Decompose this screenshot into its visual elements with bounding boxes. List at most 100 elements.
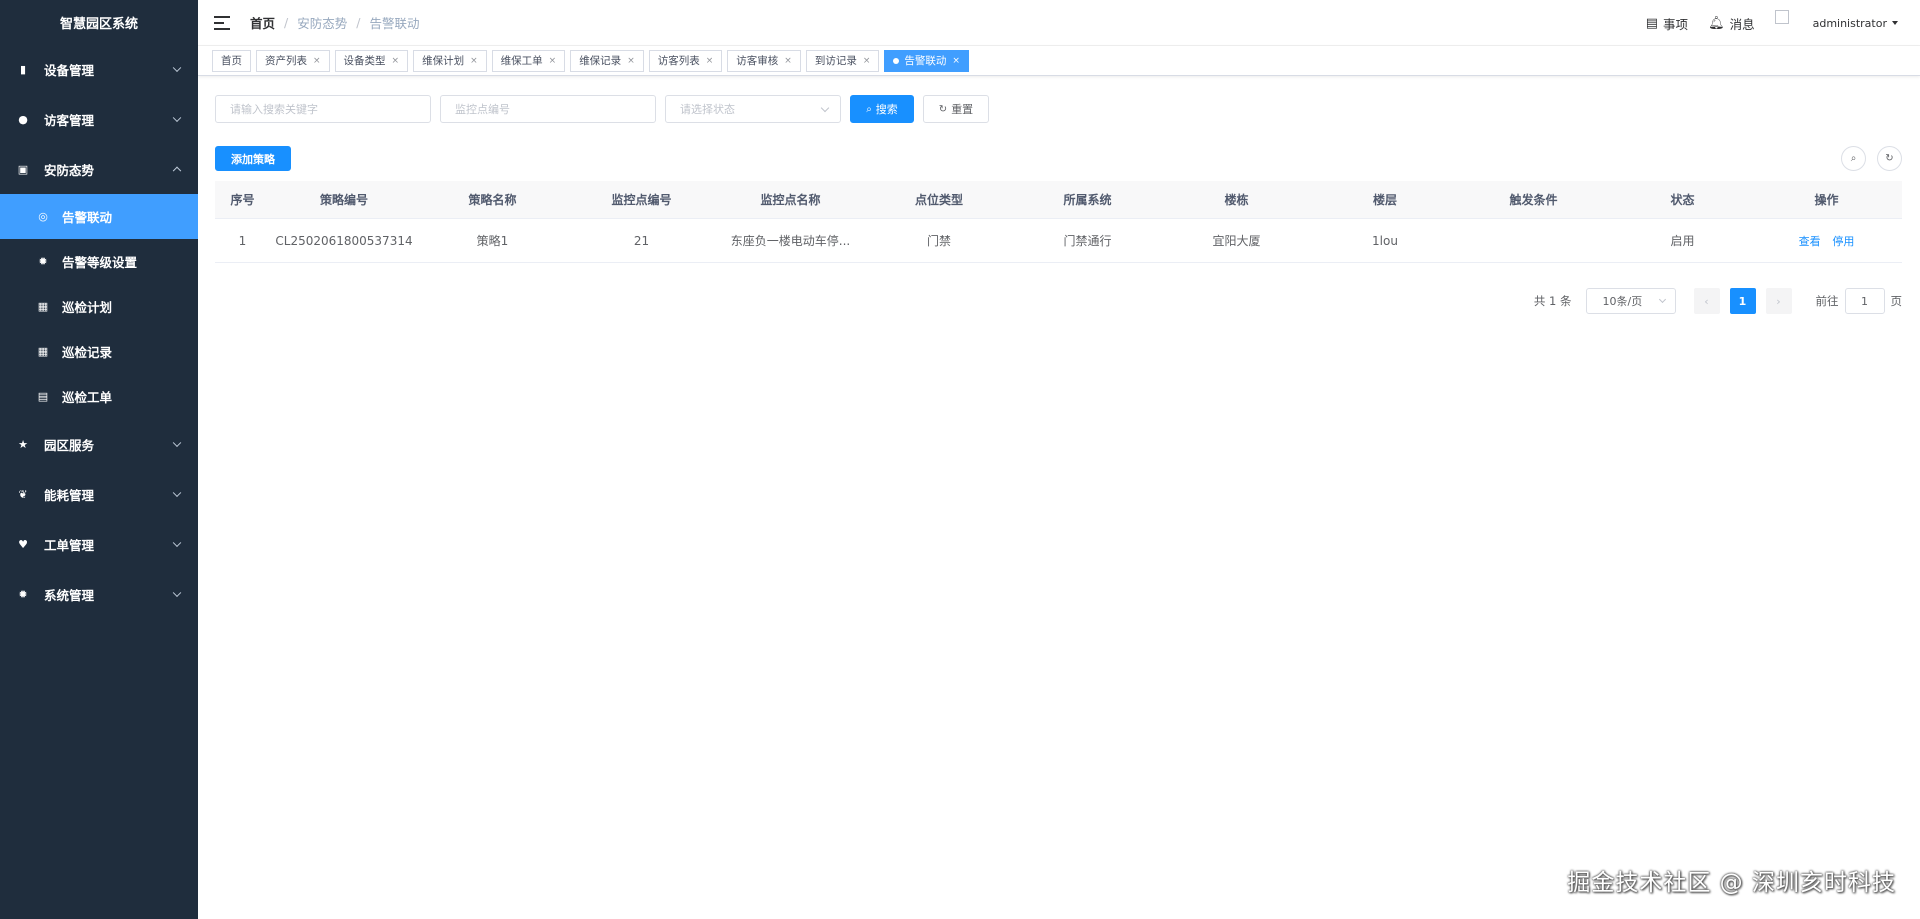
menu-energy[interactable]: ❦ 能耗管理 [0,469,198,519]
tag-device-type[interactable]: 设备类型 × [334,49,409,72]
sidebar-item-patrol-record[interactable]: ▦ 巡检记录 [0,329,198,374]
refresh-icon[interactable]: ↻ [1877,146,1902,171]
add-strategy-button[interactable]: 添加策略 [215,146,291,171]
watermark: 掘金技术社区 @ 深圳亥时科技 [1567,870,1896,896]
sidebar: 智慧园区系统 ▮ 设备管理 ● 访客管理 ▣ 安防态势 ◎ 告警联动 ✹ 告警等… [0,0,198,919]
close-icon[interactable]: × [706,56,714,66]
todo-label: 事项 [1663,16,1689,32]
message-label: 消息 [1729,16,1755,32]
sidebar-item-alarm-level[interactable]: ✹ 告警等级设置 [0,239,198,284]
heart-icon: ♥ [18,537,28,551]
prev-page-button[interactable]: ‹ [1693,288,1720,314]
page-number-button[interactable]: 1 [1729,288,1756,314]
menu-work-order[interactable]: ♥ 工单管理 [0,519,198,569]
breadcrumb-home[interactable]: 首页 [250,13,275,32]
tag-maintenance-record[interactable]: 维保记录 × [570,49,644,72]
cell-point-type: 门禁 [926,234,951,248]
menu-park-service[interactable]: ★ 园区服务 [0,419,198,469]
leaf-icon: ❦ [18,487,28,501]
sidebar-item-label: 告警等级设置 [62,255,138,270]
chevron-down-icon [172,538,182,548]
close-icon[interactable]: × [470,56,478,66]
menu-label: 工单管理 [44,537,95,553]
grid-icon: ▦ [37,300,49,313]
tag-label: 维保计划 [422,55,465,67]
lock-icon: ▣ [17,162,29,176]
refresh-icon: ↻ [938,103,948,115]
message-button[interactable]: 🔔︎ 消息 [1708,14,1755,33]
column-header: 所属系统 [1063,193,1112,207]
pagination: 共 1 条 10条/页 ‹ 1 › 前往 页 [1534,288,1902,314]
tag-maintenance-order[interactable]: 维保工单 × [491,49,566,72]
tag-asset-list[interactable]: 资产列表 × [256,49,330,72]
close-icon[interactable]: × [784,56,792,66]
tag-alarm-linkage[interactable]: 告警联动 × [884,49,969,72]
tag-maintenance-plan[interactable]: 维保计划 × [413,49,487,72]
search-button[interactable]: ⌕ 搜索 [850,95,914,123]
cell-point-name: 东座负一楼电动车停... [730,234,851,248]
tag-home[interactable]: 首页 [212,49,251,72]
keyword-input[interactable]: 请输入搜索关键字 [215,95,431,123]
todo-button[interactable]: ▤ 事项 [1646,14,1688,33]
column-header: 楼栋 [1224,193,1249,207]
sidebar-item-alarm-linkage[interactable]: ◎ 告警联动 [0,194,198,239]
column-header: 点位类型 [914,193,963,207]
view-link[interactable]: 查看 [1799,235,1821,248]
page-size-select[interactable]: 10条/页 [1585,288,1676,314]
cell-index: 1 [238,233,247,248]
chevron-down-icon [1658,295,1666,304]
tag-visitor-list[interactable]: 访客列表 × [648,49,723,72]
tag-visit-record[interactable]: 到访记录 × [805,49,880,72]
point-number-input[interactable]: 监控点编号 [440,95,656,123]
tag-visitor-review[interactable]: 访客审核 × [727,49,801,72]
close-icon[interactable]: × [952,56,960,66]
chevron-down-icon [172,63,182,73]
status-select[interactable]: 请选择状态 [665,95,841,123]
close-icon[interactable]: × [627,56,635,66]
breadcrumb-separator: / [356,15,361,30]
tag-label: 访客列表 [657,55,700,67]
chevron-up-icon [172,166,182,176]
avatar[interactable] [1774,10,1789,24]
username: administrator [1812,16,1887,30]
document-icon: ▤ [1645,15,1659,31]
user-dropdown[interactable]: administrator [1813,17,1898,30]
chevron-down-icon [172,488,182,498]
menu-device-management[interactable]: ▮ 设备管理 [0,44,198,94]
grid-icon: ▦ [37,345,49,358]
alarm-icon: ◎ [38,210,48,223]
menu-security[interactable]: ▣ 安防态势 [0,144,198,194]
column-header: 序号 [230,193,255,207]
table-row[interactable]: 1 CL2502061800537314 策略1 21 东座负一楼电动车停...… [215,219,1902,263]
active-dot [893,57,900,64]
menu-visitor-management[interactable]: ● 访客管理 [0,94,198,144]
tag-label: 首页 [221,55,242,67]
close-icon[interactable]: × [392,56,400,66]
reset-button[interactable]: ↻ 重置 [923,95,989,123]
navbar: 首页 / 安防态势 / 告警联动 ▤ 事项 🔔︎ 消息 administrato… [198,0,1920,46]
tag-label: 到访记录 [814,55,857,67]
menu-label: 安防态势 [44,162,95,178]
search-toggle-icon[interactable]: ⌕ [1841,146,1866,171]
next-page-button[interactable]: › [1765,288,1792,314]
chevron-down-icon [172,438,182,448]
close-icon[interactable]: × [549,56,557,66]
close-icon[interactable]: × [313,56,321,66]
sidebar-item-patrol-plan[interactable]: ▦ 巡检计划 [0,284,198,329]
cell-strategy-name: 策略1 [476,234,509,248]
close-icon[interactable]: × [863,56,871,66]
cell-floor: 1lou [1372,233,1398,248]
tag-label: 维保记录 [579,55,622,67]
disable-link[interactable]: 停用 [1832,235,1854,248]
tag-label: 设备类型 [343,55,386,67]
menu-system[interactable]: ✹ 系统管理 [0,569,198,619]
hamburger-icon[interactable] [214,15,230,30]
column-header: 状态 [1670,193,1695,207]
sidebar-item-patrol-order[interactable]: ▤ 巡检工单 [0,374,198,419]
column-header: 策略名称 [468,193,517,207]
goto-page-input[interactable] [1844,288,1885,314]
breadcrumb: 首页 / 安防态势 / 告警联动 [250,13,419,32]
breadcrumb-separator: / [284,15,289,30]
column-header: 触发条件 [1509,193,1558,207]
tag-label: 维保工单 [500,55,543,67]
